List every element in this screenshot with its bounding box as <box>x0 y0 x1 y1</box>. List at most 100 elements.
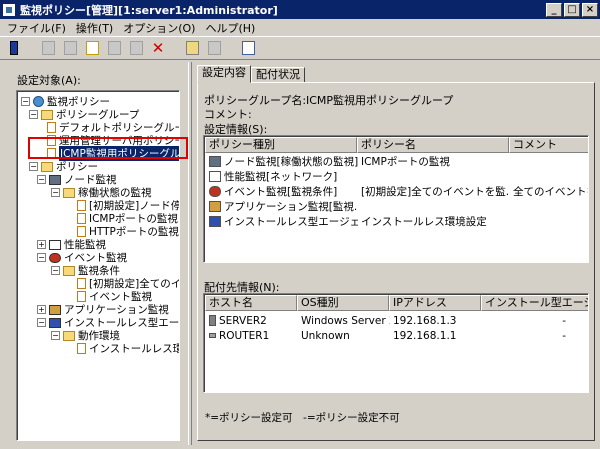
properties-icon <box>241 41 255 55</box>
close-button[interactable]: × <box>582 2 598 17</box>
column-os-type[interactable]: OS種別 <box>297 295 389 311</box>
collapse-icon[interactable]: − <box>51 266 60 275</box>
menu-help[interactable]: ヘルプ(H) <box>200 20 260 36</box>
table-row[interactable]: ノード監視[稼働状態の監視] ICMPポートの監視 <box>206 154 588 169</box>
application-icon <box>49 304 61 315</box>
policy-type: 性能監視[ネットワーク] <box>224 171 338 183</box>
policy-icon <box>77 200 86 211</box>
folder-icon <box>41 161 53 172</box>
node-monitor-icon <box>209 156 221 167</box>
minimize-button[interactable]: _ <box>546 2 562 17</box>
collapse-icon[interactable]: − <box>29 110 38 119</box>
table-row[interactable]: ROUTER1 Unknown 192.168.1.1 - <box>206 328 586 343</box>
folder-icon <box>41 109 53 120</box>
distribute-icon <box>185 41 199 55</box>
router-icon <box>209 333 216 338</box>
new-policy-button[interactable] <box>60 39 80 58</box>
policy-icon <box>77 343 86 354</box>
tab-strip: 設定内容 配付状況 <box>197 65 305 83</box>
collapse-icon[interactable]: − <box>29 162 38 171</box>
policy-list[interactable]: ポリシー種別 ポリシー名 コメント ノード監視[稼働状態の監視] ICMPポート… <box>203 135 589 263</box>
collapse-icon[interactable]: − <box>37 253 46 262</box>
column-policy-type[interactable]: ポリシー種別 <box>205 137 357 153</box>
policy-name: [初期設定]全てのイベントを監... <box>361 186 510 198</box>
event-icon <box>49 252 61 263</box>
delete-button[interactable]: ✕ <box>148 39 168 58</box>
tree-label: インストールレス環 <box>89 343 180 355</box>
title-bar: 監視ポリシー[管理][1:server1:Administrator] _ □ … <box>0 0 600 19</box>
toolbar: ✕ <box>0 36 600 60</box>
maximize-button[interactable]: □ <box>564 2 580 17</box>
tab-distribution[interactable]: 配付状況 <box>251 67 305 83</box>
column-ip-address[interactable]: IPアドレス <box>389 295 481 311</box>
new-policy-icon <box>63 41 77 55</box>
expand-icon[interactable]: + <box>37 240 46 249</box>
pane-splitter[interactable] <box>188 62 192 445</box>
tree-node-agentless-env[interactable]: インストールレス環 <box>77 342 180 355</box>
agent-status: - <box>562 329 566 342</box>
column-policy-name[interactable]: ポリシー名 <box>357 137 509 153</box>
policy-type: アプリケーション監視[監視... <box>224 201 358 213</box>
table-row[interactable]: 性能監視[ネットワーク] <box>206 169 588 184</box>
edit-button[interactable] <box>82 39 102 58</box>
host-name: SERVER2 <box>219 314 267 327</box>
properties-button[interactable] <box>238 39 258 58</box>
table-row[interactable]: インストールレス型エージェ... インストールレス環境設定 <box>206 214 588 229</box>
collapse-icon[interactable]: − <box>51 188 60 197</box>
target-label: 設定対象(A): <box>17 74 81 87</box>
menu-file[interactable]: ファイル(F) <box>2 20 71 36</box>
door-icon <box>10 41 18 55</box>
globe-icon <box>33 96 44 107</box>
collapse-icon[interactable]: − <box>37 175 46 184</box>
paste-icon <box>129 41 143 55</box>
exit-button[interactable] <box>4 39 24 58</box>
paste-button[interactable] <box>126 39 146 58</box>
collapse-icon[interactable]: − <box>37 318 46 327</box>
folder-icon <box>63 330 75 341</box>
agentless-icon <box>209 216 221 227</box>
new-icon <box>41 41 55 55</box>
collapse-icon[interactable]: − <box>21 97 30 106</box>
window-title: 監視ポリシー[管理][1:server1:Administrator] <box>20 3 278 17</box>
policy-name: インストールレス環境設定 <box>361 216 487 228</box>
legend-note: *=ポリシー設定可 -=ポリシー設定不可 <box>205 412 400 424</box>
distribution-list[interactable]: ホスト名 OS種別 IPアドレス インストール型エージェ SERVER2 Win… <box>203 293 589 393</box>
table-row[interactable]: アプリケーション監視[監視... <box>206 199 588 214</box>
ip-address: 192.168.1.3 <box>393 314 457 327</box>
expand-icon[interactable]: + <box>37 305 46 314</box>
chart-icon <box>209 171 221 182</box>
column-agent[interactable]: インストール型エージェ <box>481 295 588 311</box>
agentless-icon <box>49 317 61 328</box>
server-icon <box>209 315 216 326</box>
column-host-name[interactable]: ホスト名 <box>205 295 297 311</box>
application-icon <box>209 201 221 212</box>
policy-group-icon <box>47 122 56 133</box>
policy-type: ノード監視[稼働状態の監視] <box>224 156 358 168</box>
policy-type: イベント監視[監視条件] <box>224 186 338 198</box>
new-group-button[interactable] <box>38 39 58 58</box>
refresh-button[interactable] <box>204 39 224 58</box>
event-icon <box>209 186 221 197</box>
copy-icon <box>107 41 121 55</box>
distribute-button[interactable] <box>182 39 202 58</box>
policy-name: ICMPポートの監視 <box>361 156 450 168</box>
copy-button[interactable] <box>104 39 124 58</box>
agent-status: - <box>562 314 566 327</box>
table-row[interactable]: イベント監視[監視条件] [初期設定]全てのイベントを監... 全てのイベントを <box>206 184 589 199</box>
tab-settings[interactable]: 設定内容 <box>197 65 251 83</box>
policy-comment: 全てのイベントを <box>513 186 589 198</box>
column-comment[interactable]: コメント <box>509 137 588 153</box>
table-row[interactable]: SERVER2 Windows Server 2003 192.168.1.3 … <box>206 313 586 328</box>
comment-label: コメント: <box>204 108 252 121</box>
menu-options[interactable]: オプション(O) <box>118 20 200 36</box>
policy-list-header: ポリシー種別 ポリシー名 コメント <box>205 137 588 153</box>
folder-icon <box>63 265 75 276</box>
collapse-icon[interactable]: − <box>51 331 60 340</box>
node-monitor-icon <box>49 174 61 185</box>
menu-operation[interactable]: 操作(T) <box>71 20 118 36</box>
os-type: Windows Server 2003 <box>301 314 390 327</box>
refresh-icon <box>207 41 221 55</box>
edit-icon <box>85 41 99 55</box>
group-name-value: ICMP監視用ポリシーグループ <box>306 94 454 107</box>
policy-icon <box>77 226 86 237</box>
